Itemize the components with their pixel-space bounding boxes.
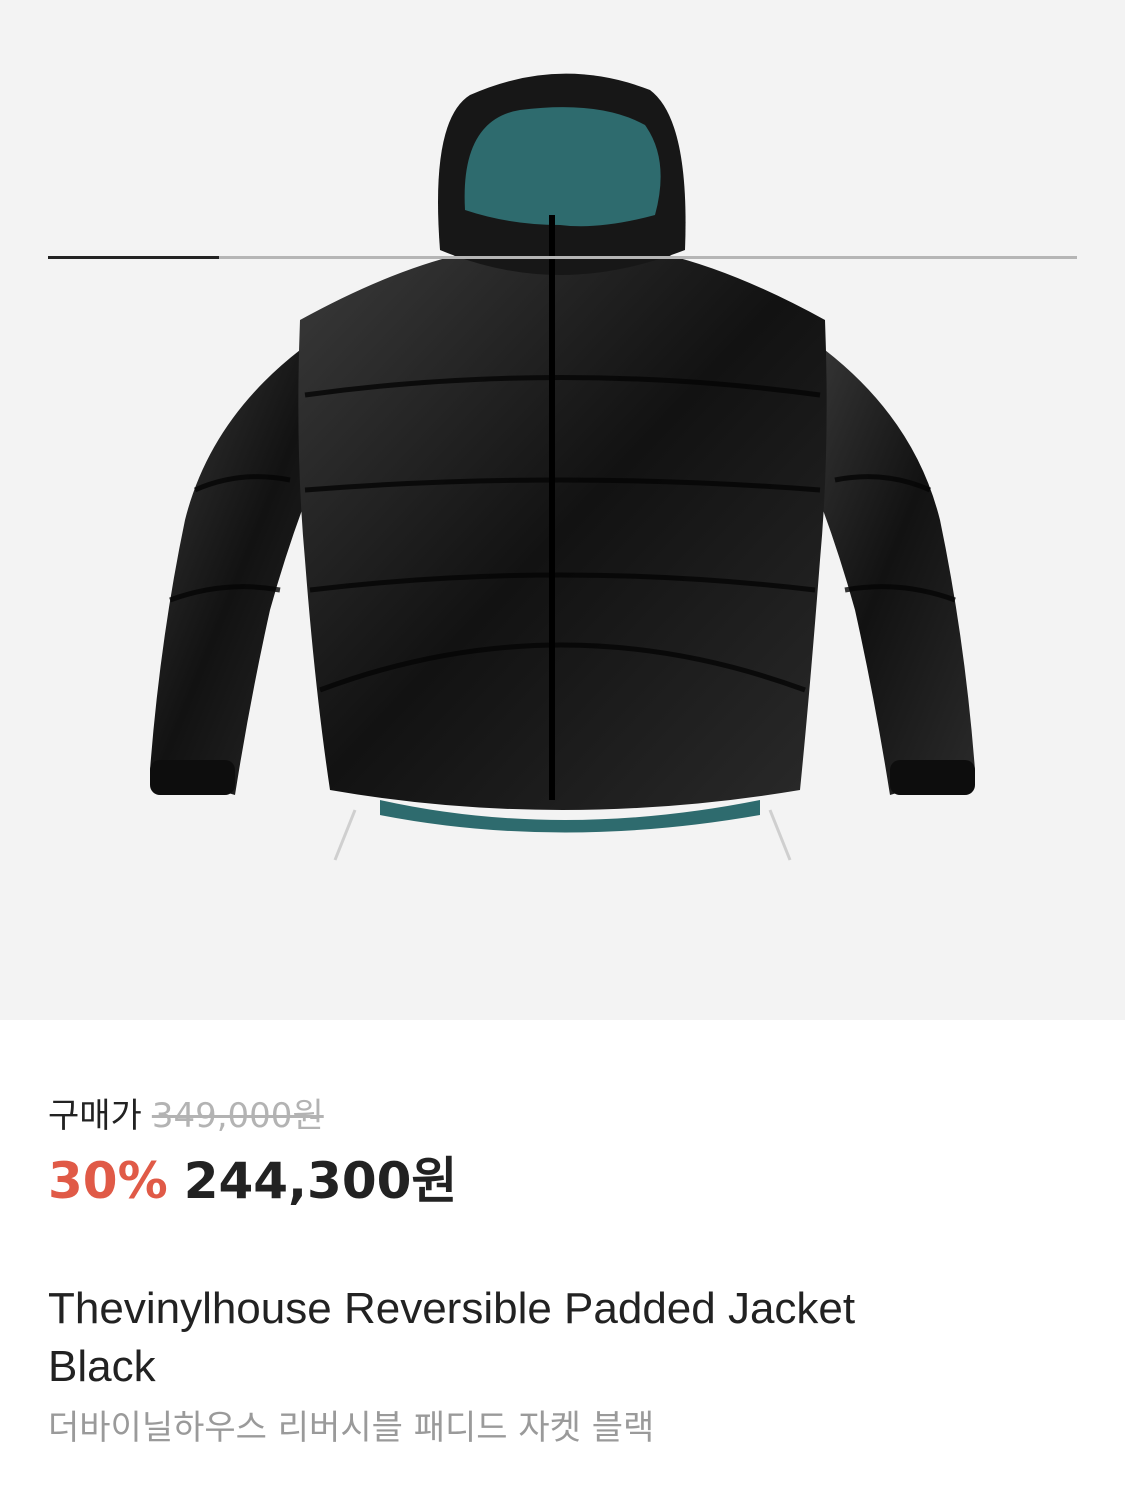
discount-rate: 30% (48, 1152, 168, 1210)
product-image[interactable] (0, 0, 1125, 940)
product-title: Thevinylhouse Reversible Padded Jacket B… (48, 1284, 856, 1391)
gallery-progress-bar (48, 256, 1077, 259)
price-label-row: 구매가 349,000원 (48, 1092, 324, 1140)
gallery-progress-indicator (48, 256, 219, 259)
product-gallery[interactable] (0, 0, 1125, 1020)
sale-price-row: 30% 244,300원 (48, 1148, 457, 1214)
product-subtitle-korean: 더바이닐하우스 리버시블 패디드 자켓 블랙 (48, 1408, 655, 1448)
sale-price: 244,300원 (183, 1152, 458, 1210)
price-label: 구매가 (48, 1096, 142, 1136)
original-price: 349,000원 (151, 1096, 324, 1136)
